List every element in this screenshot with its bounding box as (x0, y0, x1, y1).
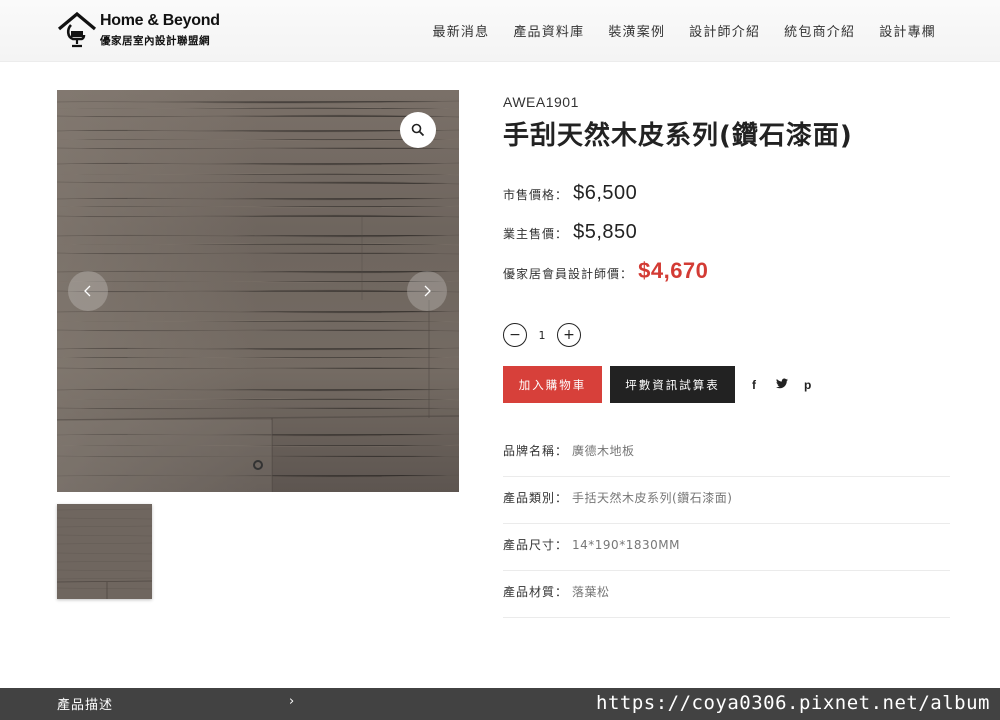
brand-subtitle: 優家居室內設計聯盟網 (100, 35, 210, 47)
main-nav: 最新消息 產品資料庫 裝潢案例 設計師介紹 統包商介紹 設計專欄 (409, 21, 936, 40)
watermark-bar: https://coya0306.pixnet.net/album (0, 688, 1000, 720)
attribute-key: 產品材質： (503, 585, 569, 599)
attribute-row-category: 產品類別： 手括天然木皮系列(鑽石漆面) (503, 477, 950, 524)
facebook-share-icon[interactable]: f (752, 378, 756, 392)
market-price-value: $6,500 (573, 182, 638, 204)
chevron-left-icon (84, 285, 91, 297)
watermark-url: https://coya0306.pixnet.net/album (596, 692, 990, 714)
wood-floor-thumbnail-image (57, 504, 152, 599)
owner-price-row: 業主售價： $5,850 (503, 221, 637, 244)
product-description-tab[interactable]: 產品描述 (57, 694, 113, 713)
market-price-row: 市售價格： $6,500 (503, 182, 637, 205)
owner-price-label: 業主售價： (503, 227, 569, 241)
site-logo[interactable]: Home & Beyond 優家居室內設計聯盟網 (57, 11, 227, 51)
attribute-key: 品牌名稱： (503, 444, 569, 458)
chevron-right-icon (424, 285, 431, 297)
nav-item-news[interactable]: 最新消息 (433, 21, 490, 40)
quantity-stepper: − + (503, 322, 581, 348)
attribute-value: 14*190*1830MM (572, 538, 680, 552)
nav-item-designers[interactable]: 設計師介紹 (689, 21, 760, 40)
house-chair-logo-icon (57, 11, 97, 48)
site-header: Home & Beyond 優家居室內設計聯盟網 最新消息 產品資料庫 裝潢案例… (0, 0, 1000, 62)
attribute-row-brand: 品牌名稱： 廣德木地板 (503, 430, 950, 477)
nav-item-products[interactable]: 產品資料庫 (513, 21, 584, 40)
attribute-row-material: 產品材質： 落葉松 (503, 571, 950, 618)
twitter-bird-icon (776, 378, 788, 389)
market-price-label: 市售價格： (503, 188, 569, 202)
twitter-share-icon[interactable] (776, 378, 788, 392)
add-to-cart-button[interactable]: 加入購物車 (503, 366, 602, 403)
nav-item-cases[interactable]: 裝潢案例 (608, 21, 665, 40)
attribute-value[interactable]: 廣德木地板 (572, 444, 635, 458)
attribute-key: 產品尺寸： (503, 538, 569, 552)
search-zoom-icon (411, 123, 425, 137)
attribute-row-size: 產品尺寸： 14*190*1830MM (503, 524, 950, 571)
gallery-pagination-dot[interactable] (253, 460, 263, 470)
gallery-prev-button[interactable] (68, 271, 108, 311)
chevron-right-icon: › (289, 694, 295, 709)
quantity-decrease-button[interactable]: − (503, 323, 527, 347)
gallery-thumbnail[interactable] (57, 504, 152, 599)
pinterest-share-icon[interactable]: p (804, 378, 811, 392)
area-calculator-button[interactable]: 坪數資訊試算表 (610, 366, 735, 403)
owner-price-value: $5,850 (573, 221, 638, 243)
attribute-value: 手括天然木皮系列(鑽石漆面) (572, 491, 733, 505)
attribute-value: 落葉松 (572, 585, 610, 599)
nav-item-columns[interactable]: 設計專欄 (879, 21, 936, 40)
zoom-button[interactable] (400, 112, 436, 148)
quantity-increase-button[interactable]: + (557, 323, 581, 347)
member-price-label: 優家居會員設計師價： (503, 267, 634, 281)
attribute-key: 產品類別： (503, 491, 569, 505)
member-price-value: $4,670 (638, 258, 709, 283)
member-price-row: 優家居會員設計師價： $4,670 (503, 258, 708, 284)
product-title: 手刮天然木皮系列(鑽石漆面) (503, 121, 853, 151)
product-sku: AWEA1901 (503, 94, 579, 110)
product-image-gallery[interactable] (57, 90, 459, 492)
wood-floor-image (57, 90, 459, 492)
brand-title: Home & Beyond (100, 12, 220, 29)
gallery-next-button[interactable] (407, 271, 447, 311)
nav-item-contractors[interactable]: 統包商介紹 (784, 21, 855, 40)
quantity-input[interactable] (527, 328, 557, 342)
